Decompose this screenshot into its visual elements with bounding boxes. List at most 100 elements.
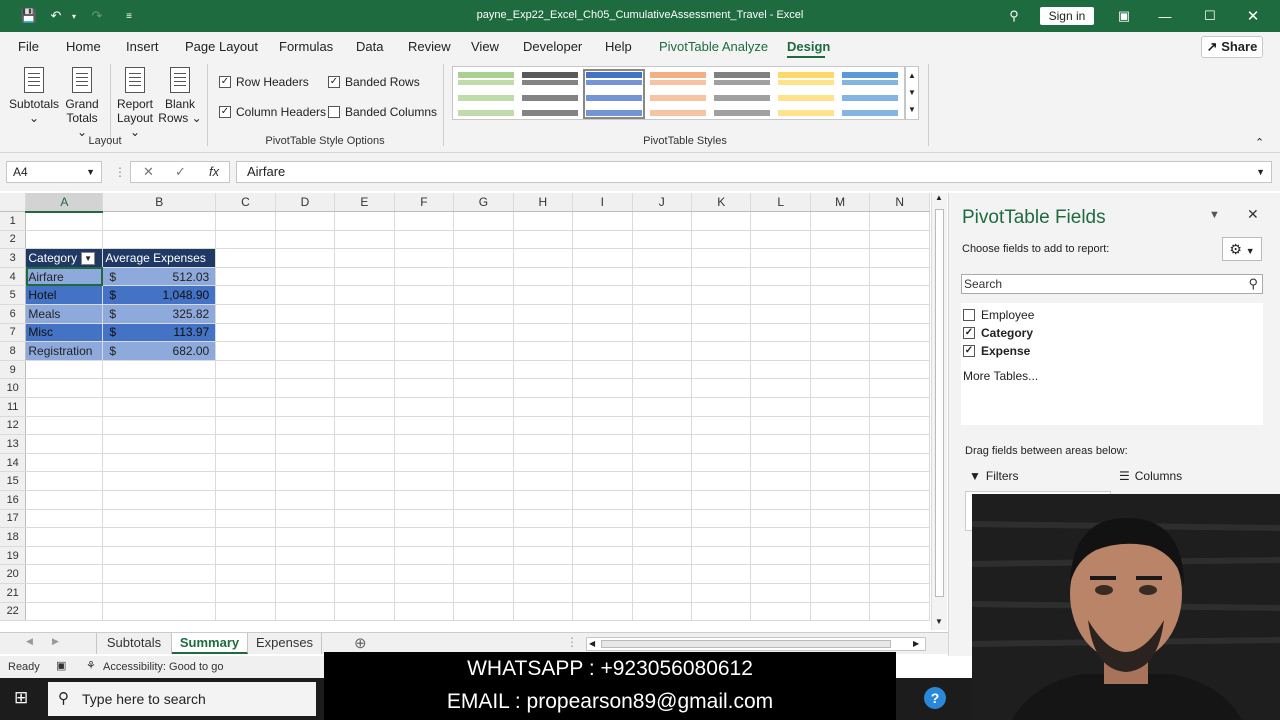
cell[interactable] (513, 304, 574, 324)
maximize-icon[interactable]: ☐ (1201, 7, 1219, 25)
blank-rows-button[interactable]: Blank Rows ⌄ (158, 65, 202, 125)
cell[interactable] (869, 285, 930, 306)
cell[interactable] (275, 453, 336, 473)
cell[interactable] (453, 248, 514, 268)
cell[interactable] (215, 248, 276, 268)
cell[interactable] (215, 285, 276, 306)
row-header[interactable]: 5 (0, 285, 27, 306)
cell[interactable] (275, 341, 336, 361)
cell[interactable] (691, 434, 752, 454)
cell[interactable] (869, 267, 930, 287)
add-sheet-icon[interactable]: ⊕ (354, 634, 367, 652)
cell[interactable] (453, 230, 514, 250)
cell[interactable] (513, 509, 574, 529)
cell[interactable] (810, 564, 871, 584)
cell[interactable] (513, 248, 574, 268)
cell[interactable] (869, 546, 930, 566)
pivot-row-category[interactable]: Misc (25, 323, 104, 343)
row-header[interactable]: 4 (0, 267, 27, 287)
row-header[interactable]: 15 (0, 471, 27, 491)
cell[interactable] (102, 602, 217, 622)
cell[interactable] (275, 434, 336, 454)
cell[interactable] (215, 509, 276, 529)
cell[interactable] (572, 285, 633, 306)
close-pane-icon[interactable]: ✕ (1247, 206, 1259, 223)
field-settings-button[interactable]: ⚙ ▼ (1222, 237, 1262, 261)
cell[interactable] (215, 471, 276, 491)
cell[interactable] (215, 323, 276, 343)
cell[interactable] (25, 509, 104, 529)
cell[interactable] (334, 211, 395, 231)
row-header[interactable]: 20 (0, 564, 27, 584)
column-headers-checkbox[interactable]: ✓ (219, 106, 231, 118)
cell[interactable] (691, 304, 752, 324)
cell[interactable] (691, 267, 752, 287)
cell[interactable] (215, 304, 276, 324)
chevron-up-icon[interactable]: ▲ (906, 67, 918, 84)
cell[interactable] (810, 378, 871, 399)
cell[interactable] (572, 509, 633, 529)
cell[interactable] (275, 248, 336, 268)
cell[interactable] (750, 230, 811, 250)
cell[interactable] (810, 527, 871, 547)
cell[interactable] (869, 323, 930, 343)
cell[interactable] (453, 564, 514, 584)
cell[interactable] (750, 434, 811, 454)
field-expense[interactable]: ✓ Expense (963, 344, 1030, 358)
cell[interactable] (810, 341, 871, 361)
cell[interactable] (869, 490, 930, 510)
row-header[interactable]: 11 (0, 397, 27, 417)
cell[interactable] (810, 304, 871, 324)
cell[interactable] (513, 323, 574, 343)
column-header[interactable]: C (215, 193, 276, 213)
cell[interactable] (334, 341, 395, 361)
row-header[interactable]: 13 (0, 434, 27, 454)
cell[interactable] (572, 230, 633, 250)
cell[interactable] (810, 602, 871, 622)
cell[interactable] (513, 211, 574, 231)
taskbar-search-box[interactable]: ⚲ Type here to search (48, 682, 316, 716)
cell[interactable] (394, 471, 455, 491)
cell[interactable] (102, 453, 217, 473)
cell[interactable] (102, 527, 217, 547)
worksheet-grid[interactable]: A B C D E F G H I J K L M N 1 2 3 Category ▼… (0, 193, 930, 630)
pivot-row-value[interactable]: $1,048.90 (102, 285, 217, 306)
collapse-ribbon-icon[interactable]: ⌃ (1255, 136, 1264, 149)
cell[interactable] (869, 248, 930, 268)
cell[interactable] (691, 378, 752, 399)
row-header[interactable]: 14 (0, 453, 27, 473)
cell[interactable] (632, 602, 692, 622)
cell[interactable] (572, 471, 633, 491)
cell[interactable] (632, 583, 692, 603)
style-swatch-dark-gray[interactable] (521, 71, 579, 117)
cell[interactable] (394, 378, 455, 399)
cell[interactable] (215, 416, 276, 436)
cell[interactable] (513, 527, 574, 547)
cell[interactable] (102, 397, 217, 417)
menu-developer[interactable]: Developer (523, 39, 582, 54)
row-header[interactable]: 21 (0, 583, 27, 603)
next-sheet-icon[interactable]: ▶ (52, 636, 59, 647)
row-header[interactable]: 22 (0, 602, 27, 622)
cell[interactable] (750, 509, 811, 529)
cell[interactable] (750, 378, 811, 399)
cell[interactable] (632, 397, 692, 417)
cell[interactable] (810, 230, 871, 250)
columns-area[interactable]: ☰ Columns (1119, 469, 1182, 483)
cell[interactable] (275, 267, 336, 287)
cell[interactable] (632, 509, 692, 529)
menu-home[interactable]: Home (66, 39, 101, 54)
menu-help[interactable]: Help (605, 39, 632, 54)
menu-insert[interactable]: Insert (126, 39, 159, 54)
cell[interactable] (810, 323, 871, 343)
menu-view[interactable]: View (471, 39, 499, 54)
cell[interactable] (513, 564, 574, 584)
cell[interactable] (334, 453, 395, 473)
pivot-row-category[interactable]: Registration (25, 341, 104, 361)
cell[interactable] (691, 360, 752, 380)
cell[interactable] (572, 490, 633, 510)
cell[interactable] (572, 527, 633, 547)
pane-options-icon[interactable]: ▼ (1209, 209, 1220, 221)
cell[interactable] (215, 564, 276, 584)
subtotals-button[interactable]: Subtotals ⌄ (8, 65, 60, 125)
